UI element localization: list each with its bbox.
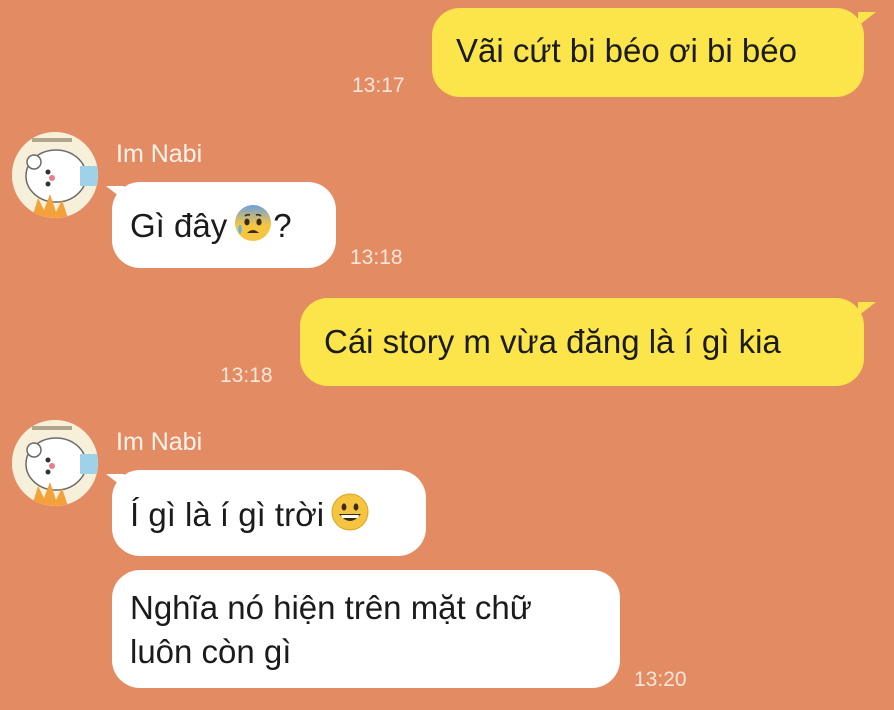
polar-bear-avatar-icon xyxy=(12,132,98,218)
sender-name: Im Nabi xyxy=(116,428,203,456)
incoming-message-bubble[interactable]: Gì đây ? xyxy=(112,182,336,268)
message-text: Í gì là í gì trời xyxy=(130,496,325,534)
chat-thread: Vãi cứt bi béo ơi bi béo 13:17 Im Nabi G… xyxy=(0,0,894,710)
message-timestamp: 13:20 xyxy=(634,668,687,691)
message-timestamp: 13:18 xyxy=(350,246,403,269)
message-text: Vãi cứt bi béo ơi bi béo xyxy=(456,32,797,69)
sender-name: Im Nabi xyxy=(116,140,203,168)
message-text-line: luôn còn gì xyxy=(130,633,292,670)
incoming-message-bubble[interactable]: Í gì là í gì trời xyxy=(112,470,426,556)
message-text-suffix: ? xyxy=(273,207,292,245)
bubble-tail xyxy=(858,302,876,316)
anxious-face-with-sweat-icon xyxy=(235,205,272,242)
incoming-message-bubble[interactable]: Nghĩa nó hiện trên mặt chữ luôn còn gì xyxy=(112,570,620,688)
message-text: Gì đây xyxy=(130,207,228,245)
bubble-tail xyxy=(858,12,876,26)
polar-bear-avatar-icon xyxy=(12,420,98,506)
message-timestamp: 13:18 xyxy=(220,364,273,387)
contact-avatar[interactable] xyxy=(12,420,98,506)
message-text: Cái story m vừa đăng là í gì kia xyxy=(324,323,781,360)
contact-avatar[interactable] xyxy=(12,132,98,218)
grinning-face-icon xyxy=(331,493,369,531)
outgoing-message-bubble[interactable]: Cái story m vừa đăng là í gì kia xyxy=(300,298,864,386)
message-text-line: Nghĩa nó hiện trên mặt chữ xyxy=(130,589,532,626)
outgoing-message-bubble[interactable]: Vãi cứt bi béo ơi bi béo xyxy=(432,8,864,97)
message-timestamp: 13:17 xyxy=(352,74,405,97)
